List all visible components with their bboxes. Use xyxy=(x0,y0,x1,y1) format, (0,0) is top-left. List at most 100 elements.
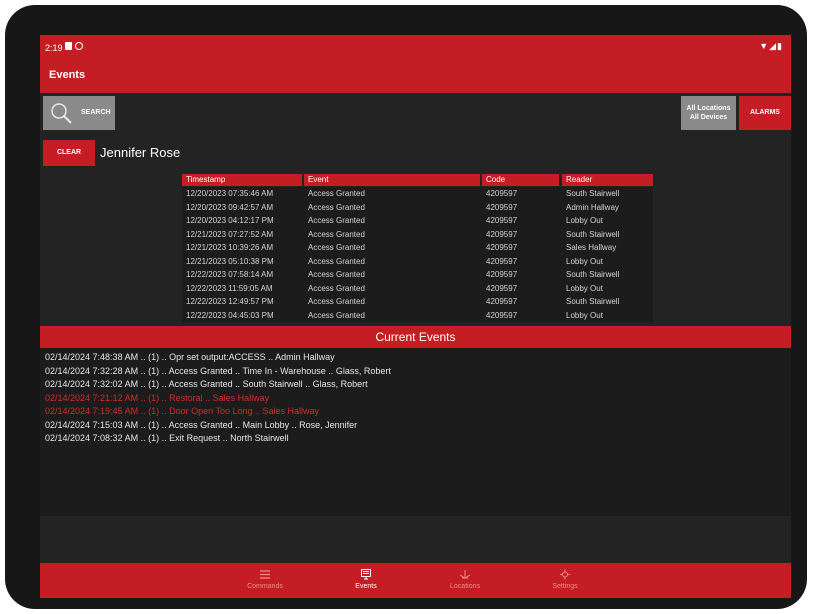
status-time: 2:19 xyxy=(45,43,63,53)
table-cell: Access Granted xyxy=(308,310,365,320)
table-row[interactable]: 12/21/2023 10:39:26 AM Access Granted 4209… xyxy=(182,241,653,255)
table-cell: 12/21/2023 10:39:26 AM xyxy=(186,243,274,252)
current-events-header: Current Events xyxy=(40,326,791,348)
list-item[interactable]: 02/14/2024 7:19:45 AM .. (1) .. Door Ope… xyxy=(45,406,319,416)
table-cell: 4209597 xyxy=(486,202,518,212)
table-cell: 4209597 xyxy=(486,256,518,266)
nav-item-locations[interactable]: Locations xyxy=(420,563,510,598)
events-icon xyxy=(321,569,411,580)
nav-item-events[interactable]: Events xyxy=(321,563,411,598)
table-cell: Access Granted xyxy=(308,189,365,198)
filter-name: Jennifer Rose xyxy=(100,145,181,160)
page-title: Events xyxy=(49,69,86,81)
table-cell: Lobby Out xyxy=(566,283,603,293)
table-cell: 12/22/2023 12:49:57 PM xyxy=(186,297,274,306)
table-cell: Lobby Out xyxy=(566,310,603,320)
notification-icon xyxy=(65,42,72,50)
nav-item-label: Events xyxy=(355,583,377,590)
battery-icon: ▮ xyxy=(777,41,783,51)
table-cell: Admin Hallway xyxy=(566,202,619,212)
table-cell: 12/22/2023 07:58:14 AM xyxy=(186,270,274,279)
table-cell: Access Granted xyxy=(308,270,365,279)
column-header-timestamp[interactable]: Timestamp xyxy=(182,174,302,186)
table-row[interactable]: 12/20/2023 07:35:46 AM Access Granted 4209… xyxy=(182,187,653,201)
table-cell: Access Granted xyxy=(308,297,365,306)
table-cell: South Stairwell xyxy=(566,229,620,239)
current-events-list[interactable]: 02/14/2024 7:48:38 AM .. (1) .. Opr set … xyxy=(40,348,791,516)
table-cell: 4209597 xyxy=(486,310,518,320)
nav-item-commands[interactable]: Commands xyxy=(220,563,310,598)
table-body: 12/20/2023 07:35:46 AM Access Granted 4209… xyxy=(182,187,653,322)
app-bar: Events xyxy=(40,61,791,93)
table-cell: 12/21/2023 05:10:38 PM xyxy=(186,256,274,266)
column-header-code[interactable]: Code xyxy=(482,174,559,186)
table-cell: 4209597 xyxy=(486,270,518,279)
list-item[interactable]: 02/14/2024 7:15:03 AM .. (1) .. Access G… xyxy=(45,420,357,430)
table-cell: South Stairwell xyxy=(566,297,620,306)
nav-item-settings[interactable]: Settings xyxy=(520,563,610,598)
table-row[interactable]: 12/22/2023 07:58:14 AM Access Granted 4209… xyxy=(182,268,653,282)
clear-button[interactable]: CLEAR xyxy=(43,140,95,166)
table-cell: 4209597 xyxy=(486,297,518,306)
table-row[interactable]: 12/22/2023 11:59:05 AM Access Granted 4209… xyxy=(182,281,653,295)
locations-label: All Locations xyxy=(686,105,731,112)
wifi-icon: ▼ xyxy=(759,41,770,51)
location-icon xyxy=(420,569,510,580)
table-cell: 12/22/2023 04:45:03 PM xyxy=(186,310,274,320)
settings-icon xyxy=(520,569,610,580)
sync-icon xyxy=(75,42,83,50)
devices-label: All Devices xyxy=(689,114,728,121)
table-cell: 4209597 xyxy=(486,216,518,225)
table-cell: Access Granted xyxy=(308,202,365,212)
table-cell: Access Granted xyxy=(308,256,365,266)
bottom-nav: Commands Events Locations Settings xyxy=(40,563,791,598)
events-table: Timestamp Event Code Reader 12/20/2023 0… xyxy=(182,174,653,322)
status-right-icons: ▼◢▮ xyxy=(759,41,783,52)
table-cell: 4209597 xyxy=(486,283,518,293)
table-cell: 4209597 xyxy=(486,229,518,239)
table-cell: 12/20/2023 09:42:57 AM xyxy=(186,202,274,212)
list-icon xyxy=(220,569,310,580)
nav-item-label: Locations xyxy=(450,583,480,590)
table-cell: South Stairwell xyxy=(566,189,620,198)
list-item[interactable]: 02/14/2024 7:32:28 AM .. (1) .. Access G… xyxy=(45,366,391,376)
status-bar: 2:19 ▼◢▮ xyxy=(40,35,791,61)
table-header: Timestamp Event Code Reader xyxy=(182,174,653,187)
search-icon xyxy=(51,103,72,124)
table-cell: 12/20/2023 04:12:17 PM xyxy=(186,216,274,225)
column-header-event[interactable]: Event xyxy=(304,174,480,186)
nav-item-label: Settings xyxy=(552,583,578,590)
list-item[interactable]: 02/14/2024 7:08:32 AM .. (1) .. Exit Req… xyxy=(45,433,289,443)
table-cell: 4209597 xyxy=(486,189,518,198)
list-item[interactable]: 02/14/2024 7:48:38 AM .. (1) .. Opr set … xyxy=(45,352,335,362)
table-cell: 12/20/2023 07:35:46 AM xyxy=(186,189,274,198)
table-row[interactable]: 12/20/2023 04:12:17 PM Access Granted 4209… xyxy=(182,214,653,228)
table-cell: Access Granted xyxy=(308,283,365,293)
list-item[interactable]: 02/14/2024 7:21:12 AM .. (1) .. Restoral… xyxy=(45,393,269,403)
table-cell: 4209597 xyxy=(486,243,518,252)
signal-icon: ◢ xyxy=(769,41,778,51)
table-cell: Access Granted xyxy=(308,243,365,252)
location-filter-button[interactable]: All Locations All Devices xyxy=(681,96,736,130)
table-cell: 12/22/2023 11:59:05 AM xyxy=(186,283,273,293)
table-row[interactable]: 12/21/2023 07:27:52 AM Access Granted 4209… xyxy=(182,227,653,241)
table-row[interactable]: 12/22/2023 12:49:57 PM Access Granted 4209… xyxy=(182,295,653,309)
table-cell: Sales Hallway xyxy=(566,243,617,252)
alarms-button[interactable]: ALARMS xyxy=(739,96,791,130)
list-item[interactable]: 02/14/2024 7:32:02 AM .. (1) .. Access G… xyxy=(45,379,368,389)
table-cell: Access Granted xyxy=(308,216,365,225)
table-row[interactable]: 12/21/2023 05:10:38 PM Access Granted 4209… xyxy=(182,254,653,268)
table-row[interactable]: 12/22/2023 04:45:03 PM Access Granted 4209… xyxy=(182,308,653,322)
table-cell: Lobby Out xyxy=(566,256,603,266)
table-cell: South Stairwell xyxy=(566,270,620,279)
table-cell: Access Granted xyxy=(308,229,365,239)
column-header-reader[interactable]: Reader xyxy=(562,174,653,186)
app-screen: 2:19 ▼◢▮ Events SEARCH All Locations All… xyxy=(40,35,791,598)
table-cell: 12/21/2023 07:27:52 AM xyxy=(186,229,274,239)
search-button[interactable]: SEARCH xyxy=(43,96,115,130)
table-row[interactable]: 12/20/2023 09:42:57 AM Access Granted 4209… xyxy=(182,200,653,214)
search-button-label: SEARCH xyxy=(81,109,111,116)
table-cell: Lobby Out xyxy=(566,216,603,225)
tablet-frame: 2:19 ▼◢▮ Events SEARCH All Locations All… xyxy=(5,5,807,609)
nav-item-label: Commands xyxy=(247,583,283,590)
